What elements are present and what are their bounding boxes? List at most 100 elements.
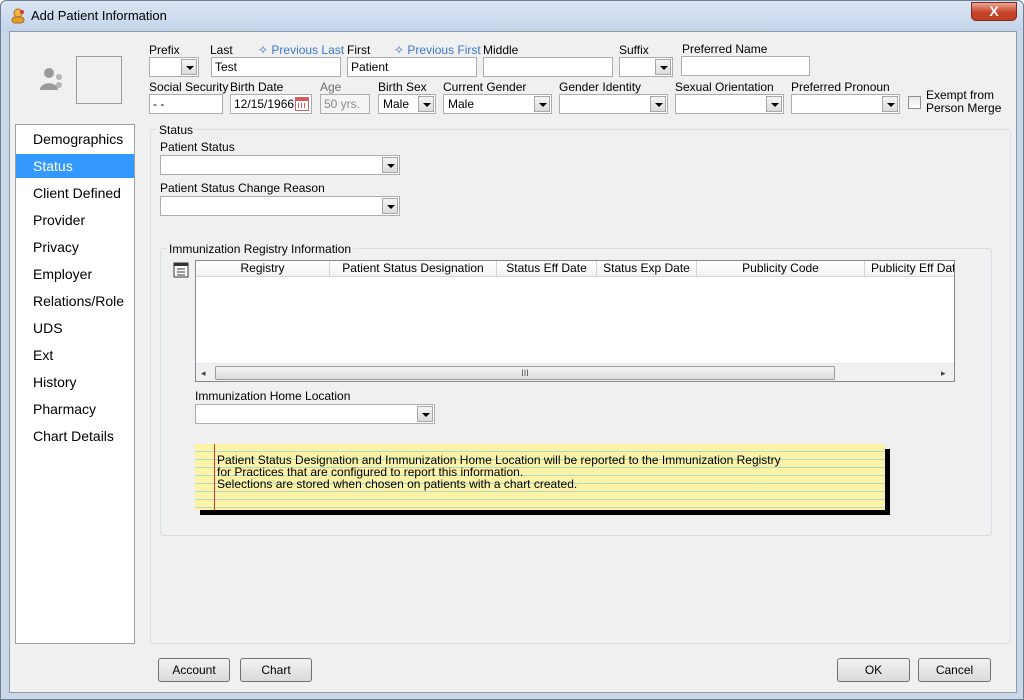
scroll-left-icon[interactable]: ◂ bbox=[201, 368, 206, 379]
column-header-registry[interactable]: Registry bbox=[196, 261, 330, 277]
chevron-down-icon bbox=[418, 96, 434, 112]
sidebar-nav: Demographics Status Client Defined Provi… bbox=[15, 124, 135, 644]
age-label: Age bbox=[320, 80, 342, 94]
previous-last-link[interactable]: ✧ Previous Last bbox=[258, 43, 344, 57]
preferred-name-label: Preferred Name bbox=[682, 42, 768, 56]
sidebar-item-uds[interactable]: UDS bbox=[16, 316, 134, 340]
chart-button[interactable]: Chart bbox=[240, 658, 312, 682]
preferred-pronoun-label: Preferred Pronoun bbox=[791, 80, 890, 94]
patient-photo[interactable] bbox=[76, 56, 122, 104]
title-bar[interactable]: Add Patient Information X bbox=[1, 1, 1023, 31]
middle-name-field[interactable] bbox=[483, 57, 613, 77]
sexual-orientation-label: Sexual Orientation bbox=[675, 80, 774, 94]
close-icon: X bbox=[989, 3, 999, 19]
current-gender-dropdown[interactable]: Male bbox=[443, 94, 552, 114]
home-location-dropdown[interactable] bbox=[195, 404, 435, 424]
home-location-label: Immunization Home Location bbox=[195, 389, 351, 403]
immunization-group-title: Immunization Registry Information bbox=[167, 242, 354, 256]
ssn-label: Social Security bbox=[149, 80, 229, 94]
person-placeholder-icon bbox=[40, 68, 62, 90]
last-name-field[interactable]: Test bbox=[211, 57, 341, 77]
exempt-checkbox[interactable] bbox=[908, 96, 921, 109]
sidebar-item-pharmacy[interactable]: Pharmacy bbox=[16, 397, 134, 421]
chevron-down-icon bbox=[417, 406, 433, 422]
add-patient-window: Add Patient Information X Prefix Last ✧ … bbox=[0, 0, 1024, 700]
last-label: Last bbox=[210, 43, 233, 57]
first-name-field[interactable]: Patient bbox=[347, 57, 477, 77]
grid-header: Registry Patient Status Designation Stat… bbox=[196, 261, 954, 277]
patient-status-label: Patient Status bbox=[160, 140, 235, 154]
window-title: Add Patient Information bbox=[31, 8, 167, 23]
change-reason-label: Patient Status Change Reason bbox=[160, 181, 325, 195]
calendar-icon[interactable] bbox=[295, 97, 309, 111]
status-group-title: Status bbox=[157, 123, 196, 137]
close-button[interactable]: X bbox=[971, 2, 1017, 21]
app-icon bbox=[11, 8, 25, 24]
exempt-label-line1: Exempt from bbox=[926, 88, 995, 102]
column-header-publicity-eff-date[interactable]: Publicity Eff Date bbox=[865, 261, 954, 277]
suffix-dropdown[interactable] bbox=[619, 57, 673, 77]
note-line-3: Selections are stored when chosen on pat… bbox=[217, 477, 578, 491]
suffix-label: Suffix bbox=[619, 43, 649, 57]
gender-identity-label: Gender Identity bbox=[559, 80, 642, 94]
sidebar-item-privacy[interactable]: Privacy bbox=[16, 235, 134, 259]
chevron-down-icon bbox=[766, 96, 782, 112]
chevron-down-icon bbox=[382, 157, 398, 173]
previous-last-text: Previous Last bbox=[271, 43, 345, 57]
sidebar-item-employer[interactable]: Employer bbox=[16, 262, 134, 286]
sidebar-item-chart-details[interactable]: Chart Details bbox=[16, 424, 134, 448]
sidebar-item-relations-role[interactable]: Relations/Role bbox=[16, 289, 134, 313]
row-selector-icon[interactable] bbox=[172, 261, 190, 279]
sidebar-item-provider[interactable]: Provider bbox=[16, 208, 134, 232]
current-gender-value: Male bbox=[448, 97, 475, 111]
middle-label: Middle bbox=[483, 43, 519, 57]
chevron-down-icon bbox=[382, 198, 398, 214]
exempt-label: Exempt from Person Merge bbox=[926, 89, 1001, 115]
chevron-down-icon bbox=[181, 59, 197, 75]
patient-status-dropdown[interactable] bbox=[160, 155, 400, 175]
current-gender-label: Current Gender bbox=[443, 80, 527, 94]
sidebar-item-client-defined[interactable]: Client Defined bbox=[16, 181, 134, 205]
preferred-name-field[interactable] bbox=[681, 56, 810, 76]
ssn-field[interactable]: - - bbox=[149, 94, 223, 114]
scroll-right-icon[interactable]: ▸ bbox=[941, 368, 946, 379]
column-header-patient-status-designation[interactable]: Patient Status Designation bbox=[330, 261, 497, 277]
birth-sex-value: Male bbox=[383, 97, 410, 111]
first-label: First bbox=[347, 43, 371, 57]
cancel-button[interactable]: Cancel bbox=[918, 658, 991, 682]
column-header-publicity-code[interactable]: Publicity Code bbox=[697, 261, 865, 277]
exempt-label-line2: Person Merge bbox=[926, 101, 1002, 115]
sidebar-item-ext[interactable]: Ext bbox=[16, 343, 134, 367]
age-field: 50 yrs. bbox=[320, 94, 370, 114]
preferred-pronoun-dropdown[interactable] bbox=[791, 94, 900, 114]
change-reason-dropdown[interactable] bbox=[160, 196, 400, 216]
prefix-dropdown[interactable] bbox=[149, 57, 199, 77]
sidebar-item-status[interactable]: Status bbox=[16, 154, 134, 178]
chevron-down-icon bbox=[655, 59, 671, 75]
column-header-status-exp-date[interactable]: Status Exp Date bbox=[597, 261, 697, 277]
dialog-body: Prefix Last ✧ Previous Last First ✧ Prev… bbox=[9, 31, 1017, 693]
sidebar-item-history[interactable]: History bbox=[16, 370, 134, 394]
birth-date-label: Birth Date bbox=[230, 80, 284, 94]
immunization-registry-grid[interactable]: Registry Patient Status Designation Stat… bbox=[195, 260, 955, 382]
chevron-down-icon bbox=[882, 96, 898, 112]
column-header-status-eff-date[interactable]: Status Eff Date bbox=[497, 261, 597, 277]
horizontal-scrollbar[interactable]: ◂ III ▸ bbox=[196, 363, 954, 381]
info-note: Patient Status Designation and Immunizat… bbox=[195, 444, 885, 510]
previous-first-text: Previous First bbox=[407, 43, 481, 57]
ok-button[interactable]: OK bbox=[837, 658, 910, 682]
chevron-down-icon bbox=[534, 96, 550, 112]
account-button[interactable]: Account bbox=[158, 658, 230, 682]
sidebar-item-demographics[interactable]: Demographics bbox=[16, 127, 134, 151]
birth-sex-dropdown[interactable]: Male bbox=[378, 94, 436, 114]
birth-date-field[interactable]: 12/15/1966 bbox=[230, 94, 312, 114]
birth-date-value: 12/15/1966 bbox=[234, 97, 295, 111]
sexual-orientation-dropdown[interactable] bbox=[675, 94, 784, 114]
scroll-thumb[interactable]: III bbox=[215, 366, 835, 380]
note-margin-line bbox=[214, 444, 215, 510]
prefix-label: Prefix bbox=[149, 43, 180, 57]
previous-first-link[interactable]: ✧ Previous First bbox=[394, 43, 481, 57]
chevron-down-icon bbox=[650, 96, 666, 112]
gender-identity-dropdown[interactable] bbox=[559, 94, 668, 114]
birth-sex-label: Birth Sex bbox=[378, 80, 427, 94]
